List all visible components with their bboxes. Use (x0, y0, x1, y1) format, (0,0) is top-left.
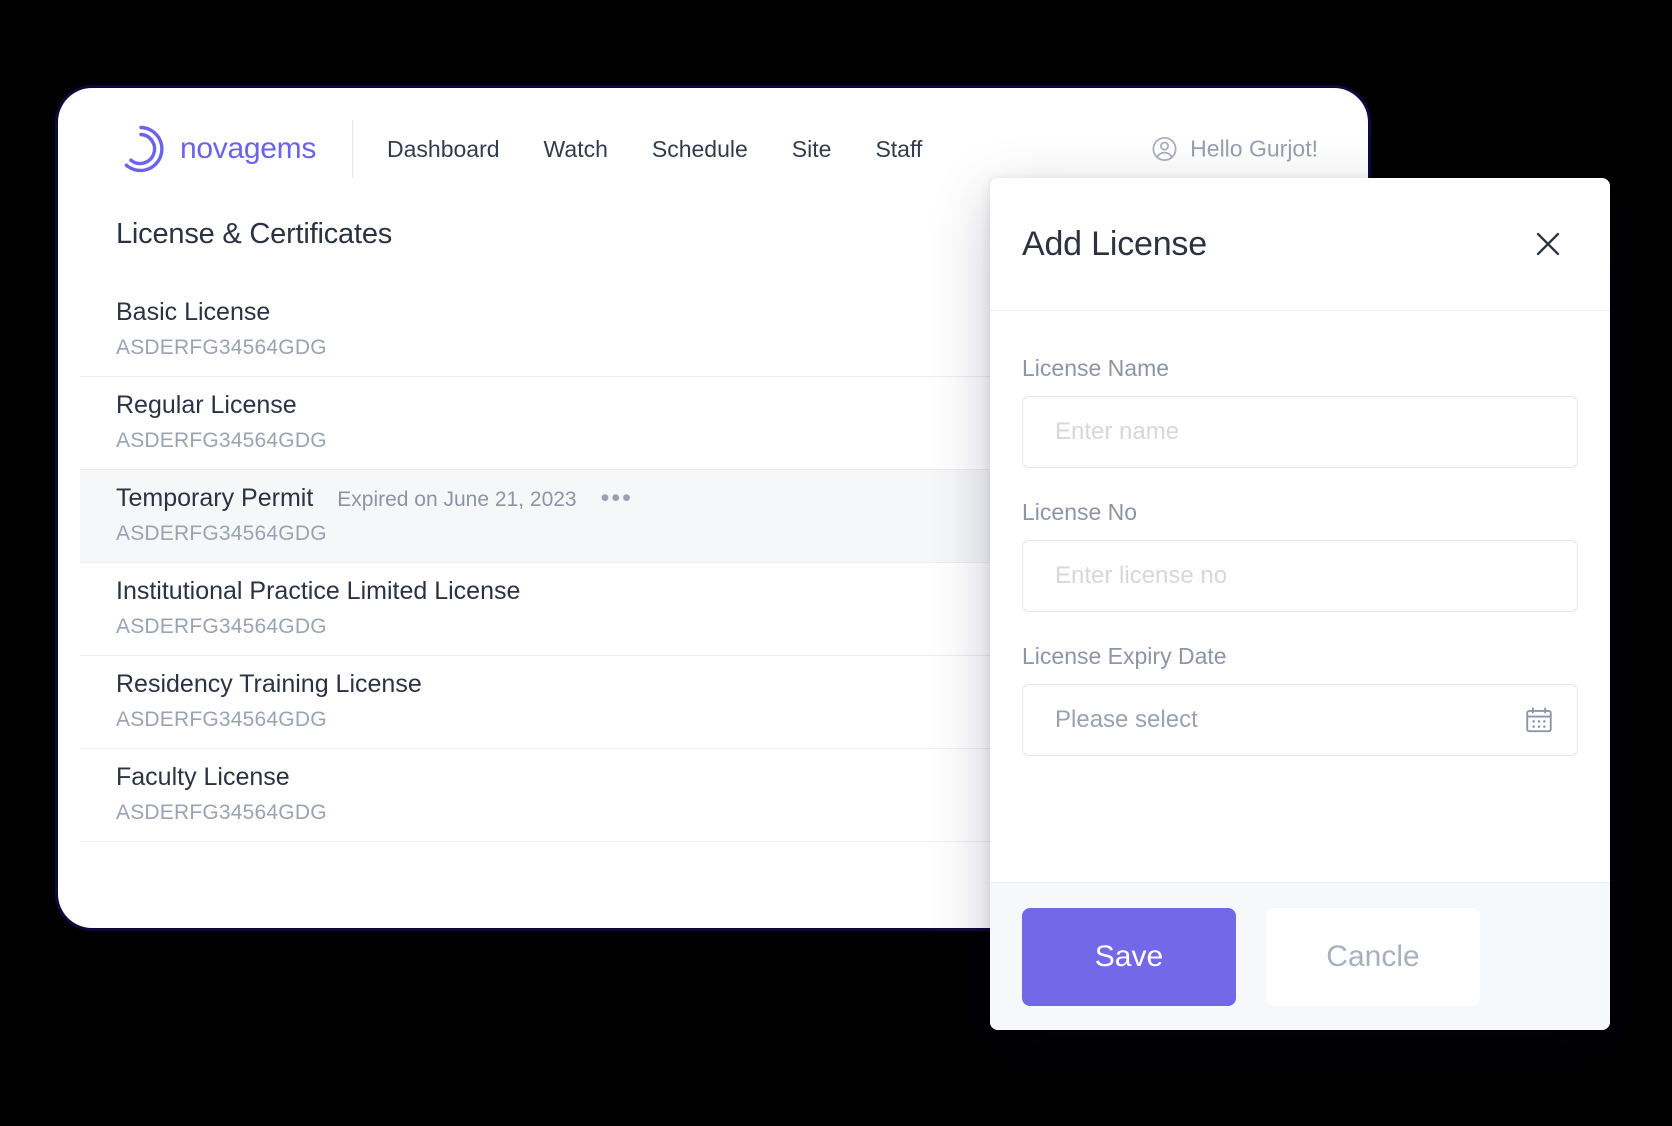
field-license-name: License Name (1022, 355, 1578, 468)
field-license-expiry-date: License Expiry Date (1022, 643, 1578, 756)
license-name: Institutional Practice Limited License (116, 577, 521, 605)
license-expiry-status: Expired on June 21, 2023 (337, 488, 577, 511)
license-no-control[interactable] (1022, 540, 1578, 612)
license-expiry-date-label: License Expiry Date (1022, 643, 1227, 669)
save-button[interactable]: Save (1022, 907, 1236, 1006)
top-navigation-bar: novagems Dashboard Watch Schedule Site S… (80, 110, 1346, 188)
row-overflow-menu-icon[interactable]: ••• (601, 486, 633, 511)
calendar-icon[interactable] (1523, 704, 1555, 736)
license-name: Basic License (116, 298, 271, 326)
license-name: Faculty License (116, 763, 290, 791)
brand-logo[interactable]: novagems (116, 124, 346, 174)
dialog-body: License Name License No License Expiry D… (990, 311, 1610, 882)
nav-item-site[interactable]: Site (792, 136, 832, 163)
add-license-dialog: Add License License Name License No Lice… (990, 178, 1610, 1030)
dialog-title: Add License (1022, 224, 1207, 263)
dialog-header: Add License (990, 178, 1610, 311)
nav-item-schedule[interactable]: Schedule (652, 136, 748, 163)
brand-name: novagems (180, 132, 317, 165)
close-x-icon[interactable] (1526, 222, 1570, 266)
novagems-ring-logo-icon (116, 124, 166, 174)
nav-links: Dashboard Watch Schedule Site Staff (387, 136, 922, 163)
license-expiry-date-control[interactable] (1022, 684, 1578, 756)
license-name-label: License Name (1022, 355, 1170, 381)
user-greeting-label: Hello Gurjot! (1190, 135, 1318, 162)
license-no-label: License No (1022, 499, 1138, 525)
field-license-no: License No (1022, 499, 1578, 612)
dialog-footer: Save Cancle (990, 882, 1610, 1030)
user-greeting[interactable]: Hello Gurjot! (1150, 135, 1318, 164)
license-name: Residency Training License (116, 670, 422, 698)
cancel-button[interactable]: Cancle (1266, 907, 1480, 1006)
license-name: Regular License (116, 391, 297, 419)
license-name-control[interactable] (1022, 396, 1578, 468)
nav-item-watch[interactable]: Watch (544, 136, 608, 163)
license-no-input[interactable] (1053, 561, 1555, 591)
license-name-input[interactable] (1053, 417, 1555, 447)
nav-item-staff[interactable]: Staff (875, 136, 922, 163)
nav-divider (352, 120, 354, 178)
license-name: Temporary Permit (116, 484, 314, 512)
nav-item-dashboard[interactable]: Dashboard (387, 136, 500, 163)
user-circle-icon (1150, 135, 1179, 164)
license-expiry-date-input[interactable] (1053, 705, 1523, 735)
